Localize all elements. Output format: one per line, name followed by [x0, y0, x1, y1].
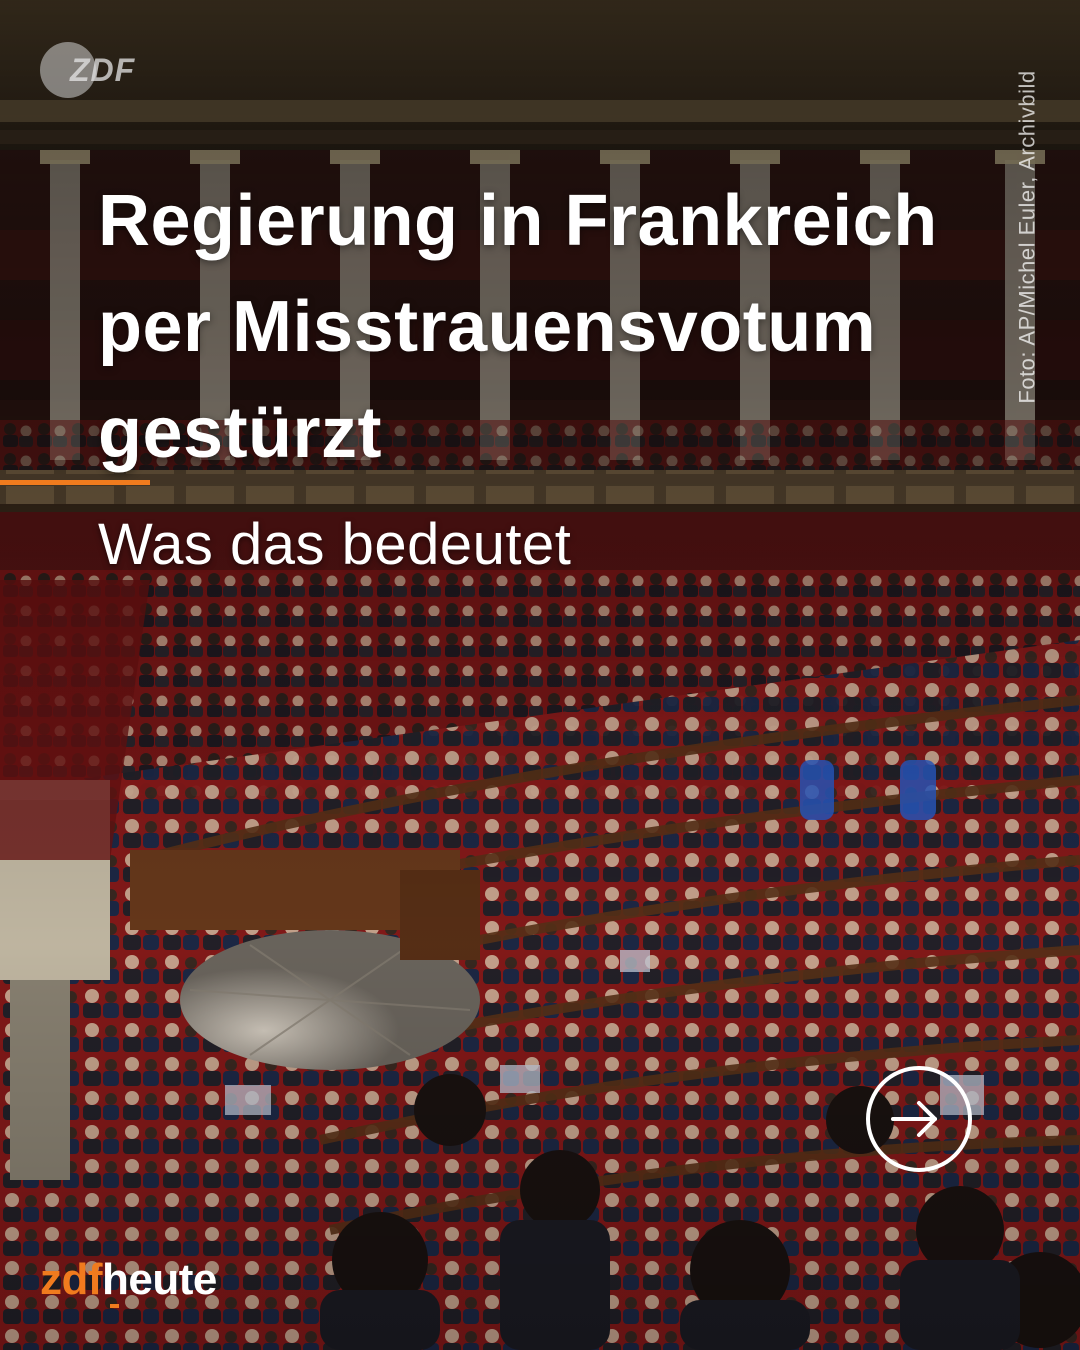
headline: Regierung in Frankreich per Misstrauensv…	[98, 168, 998, 486]
next-button[interactable]	[866, 1066, 972, 1172]
headline-line-2: per Misstrauensvotum	[98, 287, 877, 367]
zdfheute-logo: zdfheute	[40, 1252, 217, 1308]
subline: Was das bedeutet	[98, 512, 572, 577]
zdf-watermark: ZDF	[40, 42, 135, 98]
logo-zdf: zdf	[40, 1255, 103, 1304]
watermark-text: ZDF	[70, 51, 136, 88]
photo-credit-text: Foto: AP/Michel Euler, Archivbild	[1015, 70, 1041, 404]
headline-line-3: gestürzt	[98, 393, 383, 473]
logo-heute: heute	[102, 1255, 217, 1304]
accent-rule	[0, 480, 150, 485]
arrow-right-circle-icon	[891, 1101, 937, 1137]
photo-credit: Foto: AP/Michel Euler, Archivbild	[1010, 40, 1046, 440]
headline-line-1: Regierung in Frankreich	[98, 181, 938, 261]
story-card: ZDF Regierung in Frankreich per Misstrau…	[0, 0, 1080, 1350]
